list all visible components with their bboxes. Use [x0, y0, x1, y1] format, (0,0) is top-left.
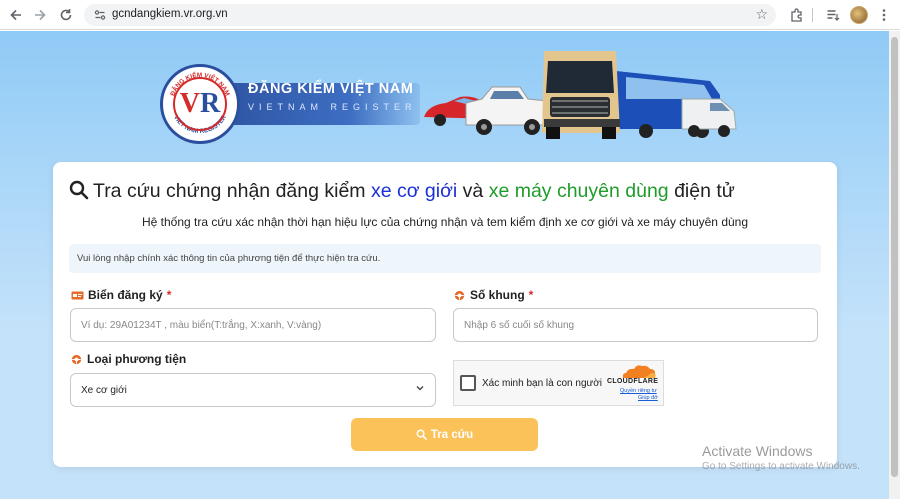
- chassis-label-text: Số khung: [470, 288, 525, 302]
- plate-label-text: Biển đăng ký: [88, 288, 163, 302]
- vehicle-type-label: Loại phương tiện: [70, 352, 186, 366]
- url-text[interactable]: gcndangkiem.vr.org.vn: [112, 8, 228, 20]
- forward-icon[interactable]: [30, 5, 50, 25]
- address-bar[interactable]: gcndangkiem.vr.org.vn ☆: [84, 4, 776, 26]
- activate-windows-subtitle: Go to Settings to activate Windows.: [702, 461, 860, 472]
- brand-title: ĐĂNG KIỂM VIỆT NAM: [248, 81, 414, 97]
- captcha-help-link[interactable]: Giúp đỡ: [638, 395, 658, 401]
- vr-logo: ĐĂNG KIỂM VIỆT NAM VIET NAM REGISTER VR: [160, 64, 240, 144]
- activate-windows-title: Activate Windows: [702, 443, 813, 459]
- page-scrollbar[interactable]: [889, 31, 900, 499]
- logo-emblem: VR: [173, 77, 227, 131]
- search-icon: [416, 429, 427, 440]
- captcha-privacy-link[interactable]: Quyền riêng tư: [620, 388, 657, 394]
- van-icon: [681, 98, 737, 137]
- profile-avatar[interactable]: [850, 6, 868, 24]
- required-mark: *: [166, 288, 172, 302]
- title-text-motor-vehicle: xe cơ giới: [370, 180, 458, 202]
- browser-toolbar: gcndangkiem.vr.org.vn ☆: [0, 0, 900, 30]
- brand-subtitle: VIETNAM REGISTER: [248, 102, 417, 112]
- notice-text: Vui lòng nhập chính xác thông tin của ph…: [77, 253, 381, 264]
- steering-wheel-icon: [71, 354, 82, 364]
- title-text-and: và: [462, 180, 484, 202]
- license-plate-icon: [71, 291, 84, 299]
- star-icon[interactable]: ☆: [755, 6, 768, 23]
- page-title: Tra cứu chứng nhận đăng kiểm xe cơ giới …: [69, 180, 735, 203]
- plate-label: Biển đăng ký *: [71, 288, 171, 302]
- scrollbar-thumb[interactable]: [891, 37, 898, 477]
- required-mark: *: [528, 288, 534, 302]
- search-card: Tra cứu chứng nhận đăng kiểm xe cơ giới …: [53, 162, 837, 467]
- cloudflare-captcha: Xác minh bạn là con người CLOUDFLARE Quy…: [453, 360, 664, 406]
- title-text-1: Tra cứu chứng nhận đăng kiểm: [93, 180, 366, 202]
- page-background: ĐĂNG KIỂM VIỆT NAM VIET NAM REGISTER VR …: [0, 31, 889, 499]
- captcha-checkbox[interactable]: [460, 375, 476, 391]
- chevron-down-icon: [415, 383, 425, 396]
- pickup-truck-icon: [465, 86, 549, 135]
- captcha-label: Xác minh bạn là con người: [482, 378, 602, 389]
- more-menu-icon[interactable]: [875, 6, 893, 24]
- site-info-icon[interactable]: [92, 7, 108, 23]
- notice-box: Vui lòng nhập chính xác thông tin của ph…: [69, 244, 821, 273]
- vehicle-type-value: Xe cơ giới: [81, 385, 127, 396]
- vehicle-type-label-text: Loại phương tiện: [87, 352, 187, 366]
- reload-icon[interactable]: [56, 5, 76, 25]
- title-text-special-machinery: xe máy chuyên dùng: [488, 180, 669, 202]
- plate-placeholder: Ví dụ: 29A01234T , màu biển(T:trắng, X:x…: [81, 320, 322, 331]
- truck-icon: [542, 51, 620, 139]
- vehicles-illustration: [424, 51, 737, 139]
- reading-list-icon[interactable]: [824, 6, 842, 24]
- chassis-label: Số khung *: [453, 288, 533, 302]
- chassis-input[interactable]: Nhập 6 số cuối số khung: [453, 308, 818, 342]
- cloudflare-logo-icon: [622, 365, 656, 378]
- title-text-electronic: điện tử: [674, 180, 735, 202]
- search-button-label: Tra cứu: [430, 428, 474, 441]
- toolbar-divider: [812, 8, 813, 22]
- steering-wheel-icon: [454, 290, 465, 300]
- page-subtitle: Hệ thống tra cứu xác nhận thời hạn hiệu …: [141, 215, 749, 229]
- back-icon[interactable]: [6, 5, 26, 25]
- vehicle-type-select[interactable]: Xe cơ giới: [70, 373, 436, 407]
- plate-input[interactable]: Ví dụ: 29A01234T , màu biển(T:trắng, X:x…: [70, 308, 436, 342]
- search-icon: [69, 180, 89, 200]
- chassis-placeholder: Nhập 6 số cuối số khung: [464, 320, 575, 331]
- extensions-icon[interactable]: [788, 6, 806, 24]
- search-button[interactable]: Tra cứu: [351, 418, 538, 451]
- cloudflare-brand: CLOUDFLARE: [607, 378, 659, 385]
